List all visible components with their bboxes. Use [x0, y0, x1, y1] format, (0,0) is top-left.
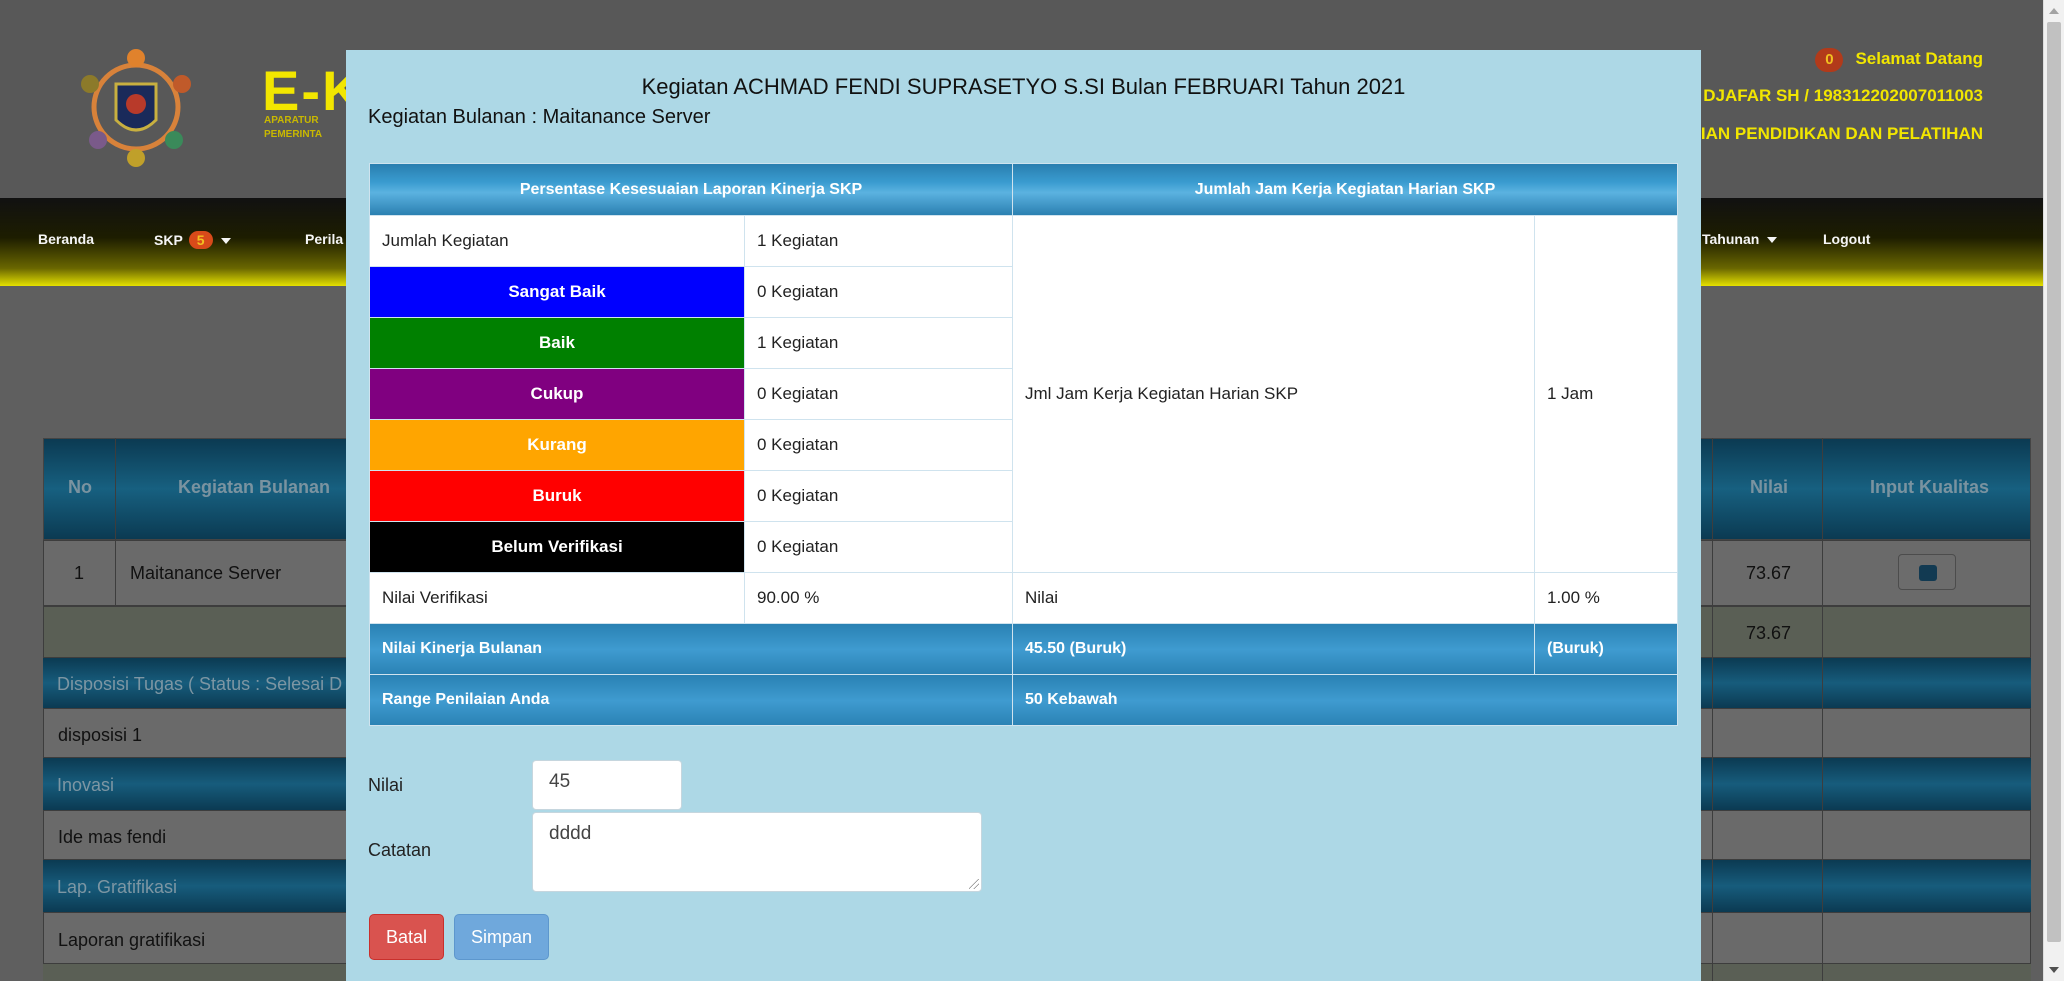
chevron-down-icon	[1767, 237, 1778, 244]
user-identity: DJAFAR SH / 198312202007011003	[1703, 86, 1983, 105]
jam-kerja-value: 1 Jam	[1534, 215, 1678, 573]
simpan-button[interactable]: Simpan	[454, 914, 550, 960]
input-kualitas-button[interactable]	[1898, 554, 1956, 590]
catatan-text: dddd	[549, 823, 592, 844]
inovasi-header: Inovasi	[57, 775, 115, 795]
total-nilai: 73.67	[1746, 623, 1792, 643]
nav-perilaku[interactable]: Perila	[305, 231, 343, 247]
brand-subtitle: APARATUR PEMERINTA	[264, 114, 322, 142]
column-divider	[1822, 438, 1823, 981]
nilai-label: Nilai	[1012, 572, 1535, 624]
catatan-textarea[interactable]: dddd	[532, 812, 982, 892]
modal-subtitle: Kegiatan Bulanan : Maitanance Server	[368, 106, 711, 128]
welcome-area: 0 Selamat Datang	[1815, 48, 1983, 72]
evaluation-table: Persentase Kesesuaian Laporan Kinerja SK…	[369, 163, 1678, 726]
kualitas-modal: Kegiatan ACHMAD FENDI SUPRASETYO S.SI Bu…	[346, 50, 1701, 981]
category-baik-value: 1 Kegiatan	[744, 317, 1013, 369]
scrollbar-thumb[interactable]	[2047, 22, 2061, 942]
brand-subtitle-line1: APARATUR	[264, 115, 319, 126]
scroll-up-icon[interactable]	[2049, 8, 2059, 14]
nilai-verifikasi-value: 90.00 %	[744, 572, 1013, 624]
row1-nilai: 73.67	[1746, 563, 1792, 583]
page-scrollbar[interactable]	[2043, 0, 2064, 981]
category-belum-verifikasi-value: 0 Kegiatan	[744, 521, 1013, 573]
category-kurang: Kurang	[369, 419, 745, 471]
modal-title: Kegiatan ACHMAD FENDI SUPRASETYO S.SI Bu…	[641, 74, 1406, 99]
category-sangat-baik: Sangat Baik	[369, 266, 745, 318]
category-baik: Baik	[369, 317, 745, 369]
nilai-verifikasi-label: Nilai Verifikasi	[369, 572, 745, 624]
scroll-down-icon[interactable]	[2049, 967, 2059, 973]
brand-subtitle-line2: PEMERINTA	[264, 129, 323, 140]
category-cukup: Cukup	[369, 368, 745, 420]
head-persentase: Persentase Kesesuaian Laporan Kinerja SK…	[369, 163, 1013, 216]
category-buruk-value: 0 Kegiatan	[744, 470, 1013, 522]
welcome-text: Selamat Datang	[1855, 49, 1983, 68]
column-divider	[1712, 438, 1713, 981]
disposisi-item: disposisi 1	[58, 725, 143, 745]
category-cukup-value: 0 Kegiatan	[744, 368, 1013, 420]
column-divider	[115, 438, 116, 606]
jumlah-kegiatan-label: Jumlah Kegiatan	[369, 215, 745, 267]
gratifikasi-header: Lap. Gratifikasi	[57, 877, 178, 897]
batal-button[interactable]: Batal	[369, 914, 445, 960]
nilai-field-label: Nilai	[368, 775, 404, 795]
kinerja-bulanan-grade: (Buruk)	[1534, 623, 1678, 675]
catatan-field-label: Catatan	[368, 840, 432, 860]
category-sangat-baik-value: 0 Kegiatan	[744, 266, 1013, 318]
nav-tahunan-label: Tahunan	[1702, 231, 1760, 247]
head-jumlah-jam: Jumlah Jam Kerja Kegiatan Harian SKP	[1012, 163, 1678, 216]
nav-skp[interactable]: SKP 5	[154, 231, 231, 249]
kinerja-bulanan-value: 45.50 (Buruk)	[1012, 623, 1535, 675]
government-logo-icon	[81, 49, 191, 167]
nilai-value: 1.00 %	[1534, 572, 1678, 624]
nav-skp-badge: 5	[188, 231, 213, 249]
col-no: No	[68, 477, 92, 497]
range-penilaian-value: 50 Kebawah	[1012, 674, 1678, 726]
row1-no: 1	[74, 563, 85, 583]
category-kurang-value: 0 Kegiatan	[744, 419, 1013, 471]
jam-kerja-label: Jml Jam Kerja Kegiatan Harian SKP	[1012, 215, 1535, 573]
row1-kegiatan: Maitanance Server	[130, 563, 282, 583]
gratifikasi-item: Laporan gratifikasi	[58, 930, 206, 950]
jumlah-kegiatan-value: 1 Kegiatan	[744, 215, 1013, 267]
disposisi-header: Disposisi Tugas ( Status : Selesai D	[57, 674, 343, 694]
nav-beranda[interactable]: Beranda	[38, 231, 94, 247]
range-penilaian-label: Range Penilaian Anda	[369, 674, 1013, 726]
col-nilai: Nilai	[1750, 477, 1789, 497]
category-belum-verifikasi: Belum Verifikasi	[369, 521, 745, 573]
kinerja-bulanan-label: Nilai Kinerja Bulanan	[369, 623, 1013, 675]
category-buruk: Buruk	[369, 470, 745, 522]
nav-skp-label: SKP	[154, 232, 183, 248]
col-kegiatan: Kegiatan Bulanan	[178, 477, 331, 497]
notification-badge[interactable]: 0	[1815, 48, 1844, 72]
inovasi-item: Ide mas fendi	[58, 827, 167, 847]
user-unit: AIAN PENDIDIKAN DAN PELATIHAN	[1688, 124, 1983, 143]
nav-logout[interactable]: Logout	[1823, 231, 1870, 247]
nilai-input[interactable]: 45	[532, 760, 682, 810]
edit-icon	[1919, 565, 1937, 581]
chevron-down-icon	[220, 238, 231, 245]
resize-handle-icon[interactable]	[969, 879, 979, 889]
col-input-kualitas: Input Kualitas	[1870, 477, 1990, 497]
nav-tahunan[interactable]: Tahunan	[1702, 231, 1778, 247]
